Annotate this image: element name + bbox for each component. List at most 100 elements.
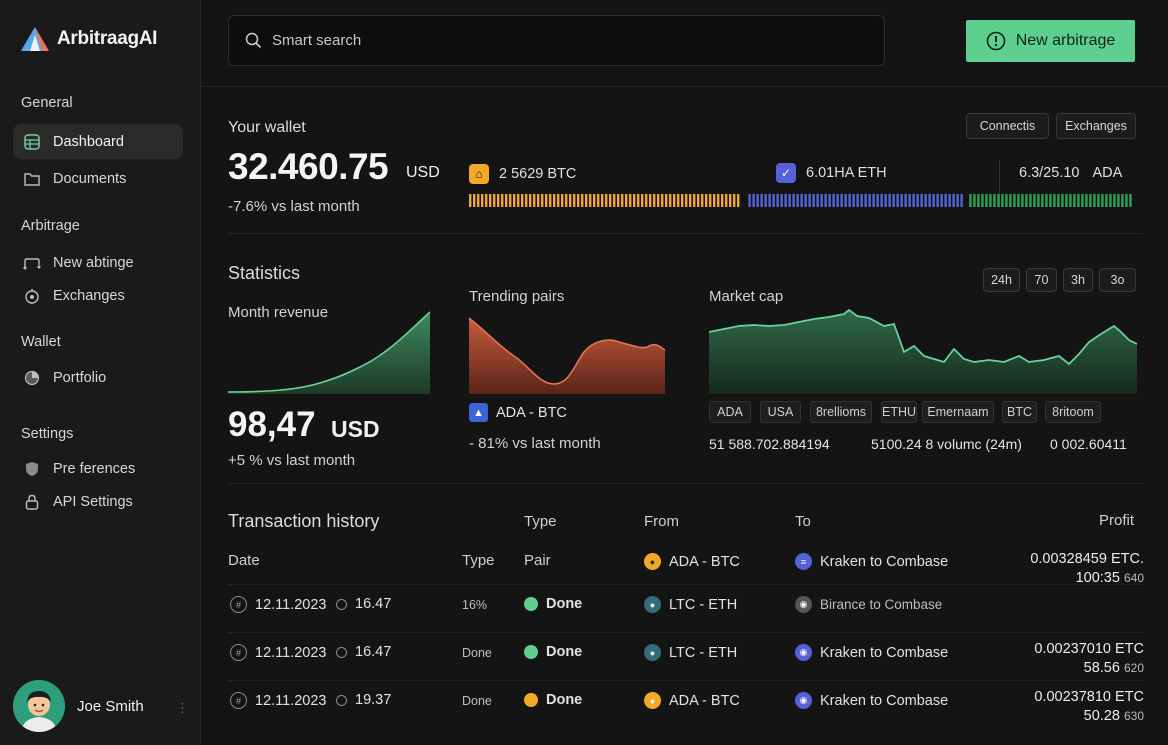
revenue-chart [228,311,430,394]
range-70[interactable]: 70 [1026,268,1057,292]
col-date: Date [228,552,260,569]
profit-value: 0.00237810 ETC [1034,689,1144,705]
home-icon: ⌂ [469,164,489,184]
market-tag[interactable]: Emernaam [922,401,994,423]
sidebar-item-api-settings[interactable]: API Settings [13,484,183,519]
market-tag[interactable]: BTC [1002,401,1037,423]
route-label: Birance to Combase [820,597,943,612]
market-tag[interactable]: 8ritoom [1045,401,1101,423]
market-cap-value: 51 588.702.884194 [709,436,830,452]
market-tag[interactable]: ADA [709,401,751,423]
coin-ada: 6.3/25.10 ADA [1019,165,1122,181]
route-label: Kraken to Combase [820,692,949,709]
allocation-bar [469,194,1132,207]
coin-btc: ⌂ 2 5629 BTC [469,164,576,184]
top-row-profit: 0.00328459 ETC. 100:35 640 [1030,550,1144,588]
top-row-from: ● ADA - BTC [644,553,740,570]
tx-date: # 12.11.2023 [230,692,327,709]
sidebar-item-label: New abtinge [53,254,134,271]
clock-icon [336,598,347,610]
search-input[interactable] [272,32,832,49]
market-tag[interactable]: 8rellioms [810,401,872,423]
sidebar-item-dashboard[interactable]: Dashboard [13,124,183,159]
pair-label: LTC - ETH [669,596,738,613]
tab-connections[interactable]: Connectis [966,113,1049,139]
wallet-label: Your wallet [228,119,306,136]
calendar-icon: # [230,644,247,661]
tx-time-value: 16.47 [355,644,392,660]
sidebar-item-documents[interactable]: Documents [13,161,183,196]
col-profit: Profit [1099,512,1135,529]
status-dot [524,693,538,707]
coin-btc-amount: 2 5629 BTC [499,166,577,182]
sidebar-item-preferences[interactable]: Pre ferences [13,451,183,486]
market-cap-chart [709,308,1137,394]
revenue-change: +5 % vs last month [228,452,356,469]
col-to: To [795,513,811,530]
section-settings: Settings [21,426,74,442]
chevron-up-icon: ▲ [469,403,488,422]
tab-exchanges[interactable]: Exchanges [1056,113,1136,139]
profit-extra: 620 [1123,661,1144,675]
coin-ada-amount: 6.3/25.10 [1019,165,1080,181]
range-3h[interactable]: 3h [1063,268,1093,292]
sidebar-item-label: Dashboard [53,133,124,150]
shield-icon [23,460,41,478]
trending-pair-label: ADA - BTC [496,404,567,421]
tx-type: 16% [462,598,488,612]
tx-date-value: 12.11.2023 [255,644,327,661]
trending-label: Trending pairs [469,288,565,305]
revenue-value: 98,47 [228,405,316,444]
tx-status-label: Done [546,692,583,708]
new-arbitrage-button[interactable]: New arbitrage [966,20,1135,62]
trending-pair: ▲ ADA - BTC [469,403,567,422]
revenue-currency: USD [331,416,380,442]
tx-status-label: Done [546,596,583,612]
exchange-icon [23,287,41,305]
row-divider [228,680,1142,681]
section-divider [228,233,1142,234]
market-tag[interactable]: ETHU [881,401,917,423]
col-subtype: Type [462,552,495,569]
tx-date: # 12.11.2023 [230,644,327,661]
sidebar-item-portfolio[interactable]: Portfolio [13,360,183,395]
search-bar[interactable] [228,15,885,66]
status-dot [524,645,538,659]
avatar [13,680,65,732]
range-3o[interactable]: 3o [1099,268,1136,292]
tx-date-value: 12.11.2023 [255,596,327,613]
sidebar-item-exchanges[interactable]: Exchanges [13,278,183,313]
sidebar-item-new-arbitrage[interactable]: New abtinge [13,245,183,280]
folder-icon [23,170,41,188]
transactions-title: Transaction history [228,511,380,531]
sidebar-item-label: Documents [53,170,127,187]
section-divider [228,483,1142,484]
tx-profit: 0.00237010 ETC 58.56 620 [1034,640,1144,678]
tx-to[interactable]: ◉ Kraken to Combase [795,644,948,661]
tx-time: 19.37 [336,692,391,708]
sidebar-item-label: Portfolio [53,369,107,386]
new-arbitrage-label: New arbitrage [1015,32,1116,49]
tx-profit: 0.00237810 ETC 50.28 630 [1034,688,1144,726]
user-name: Joe Smith [77,697,144,715]
route-label: Kraken to Combase [820,644,949,661]
grid-icon [23,133,41,151]
wallet-amount: 32.460.75 [228,146,389,187]
tx-to[interactable]: ◉ Birance to Combase [795,596,942,613]
app-logo[interactable]: ArbitraagAI [20,26,157,52]
col-type: Type [524,513,557,530]
wallet-currency: USD [406,164,440,181]
user-profile[interactable]: Joe Smith [13,680,188,732]
tx-to[interactable]: ◉ Kraken to Combase [795,692,948,709]
range-24h[interactable]: 24h [983,268,1020,292]
profit-value: 0.00237010 ETC [1034,641,1144,657]
check-icon: ✓ [776,163,796,183]
tx-status: Done [524,644,582,660]
row-divider [228,584,1142,585]
col-pair: Pair [524,552,551,569]
wallet-change: -7.6% vs last month [228,198,360,215]
calendar-icon: # [230,596,247,613]
user-menu-icon[interactable]: ⋮ [176,700,189,716]
tx-status: Done [524,692,582,708]
market-tag[interactable]: USA [760,401,801,423]
